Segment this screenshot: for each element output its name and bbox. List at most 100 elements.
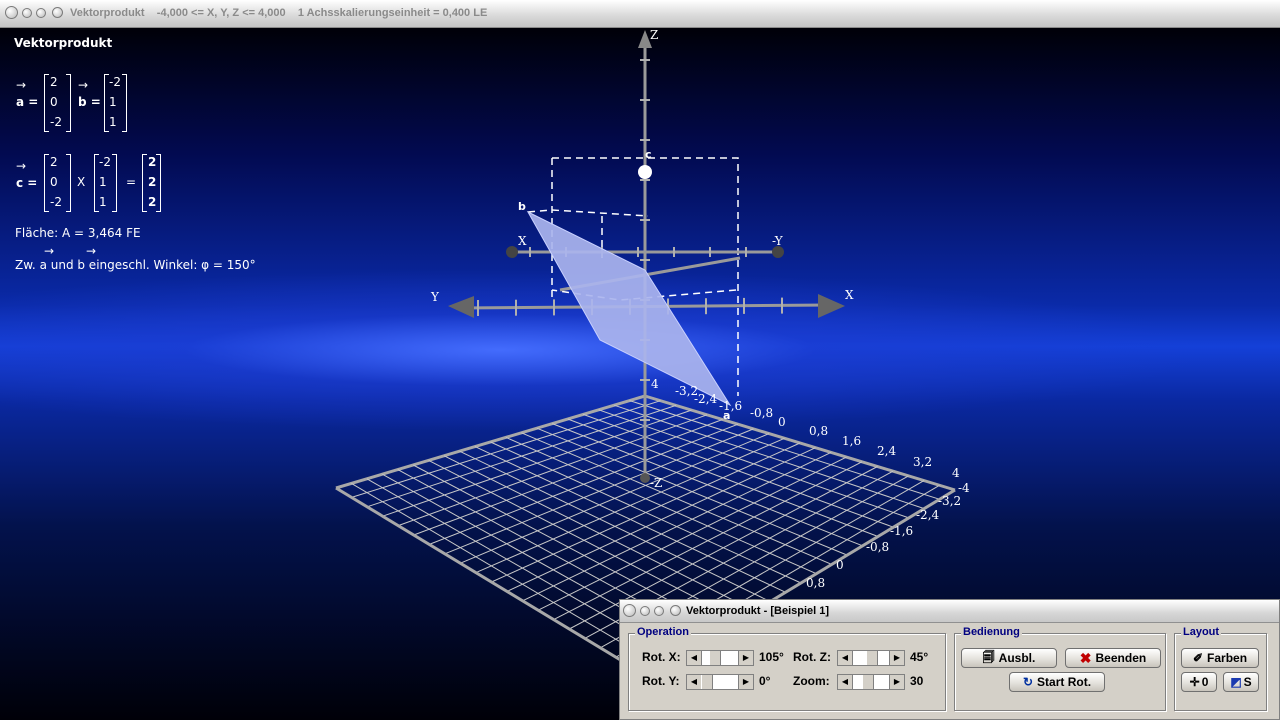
rot-y-label: Rot. Y: (642, 674, 680, 688)
panel-title-bar[interactable]: Vektorprodukt - [Beispiel 1] (620, 600, 1279, 623)
vec-a-label: a = (16, 95, 39, 109)
rot-z-thumb[interactable] (866, 651, 878, 665)
panel-maximize-icon[interactable] (654, 606, 664, 616)
arrow-a2-icon: → (44, 244, 55, 258)
layout-label: Layout (1181, 626, 1222, 638)
vec-c-label: c = (16, 176, 38, 190)
rot-y-value: 0° (759, 674, 771, 688)
neg-y-axis-label: -Y (772, 234, 783, 248)
arrow-b2-icon: → (86, 244, 97, 258)
front-tick-label: 2,4 (877, 444, 897, 458)
rot-z-value: 45° (910, 650, 929, 664)
maximize-icon[interactable] (36, 8, 46, 18)
z-tick-label: 4 (651, 377, 659, 391)
angle-text: Zw. a und b eingeschl. Winkel: φ = 150° (15, 258, 256, 272)
rot-x-right-arrow-icon[interactable]: ▶ (738, 651, 753, 665)
right-tick-label: 0 (836, 558, 844, 572)
right-tick-label: 0,8 (806, 576, 826, 590)
vec-b-x: -2 (109, 75, 121, 89)
save-s-button[interactable]: ◩ S (1223, 672, 1259, 692)
vec-b-label: b = (78, 95, 101, 109)
cross-b-y: 1 (99, 175, 107, 189)
vec-a-y: 0 (50, 95, 58, 109)
cross-b-x: -2 (99, 155, 111, 169)
rot-x-label: Rot. X: (642, 650, 681, 664)
x-axis-label: X (845, 288, 854, 302)
right-tick-label: -4 (958, 481, 970, 495)
zoom-right-arrow-icon[interactable]: ▶ (889, 675, 904, 689)
right-tick-label: -2,4 (916, 508, 940, 522)
rot-z-left-arrow-icon[interactable]: ◀ (838, 651, 853, 665)
bedienung-label: Bedienung (961, 626, 1022, 638)
panel-minimize-icon[interactable] (640, 606, 650, 616)
rot-x-scrollbar[interactable]: ◀ ▶ (686, 650, 754, 666)
zoom-left-arrow-icon[interactable]: ◀ (838, 675, 853, 689)
rot-y-scrollbar[interactable]: ◀ ▶ (686, 674, 754, 690)
window-menu-icon[interactable] (5, 6, 18, 19)
control-panel[interactable]: Vektorprodukt - [Beispiel 1] Operation R… (619, 599, 1280, 720)
point-c-label: c (645, 148, 652, 161)
rot-z-right-arrow-icon[interactable]: ▶ (889, 651, 904, 665)
rot-x-left-arrow-icon[interactable]: ◀ (687, 651, 702, 665)
rot-z-scrollbar[interactable]: ◀ ▶ (837, 650, 905, 666)
arrow-a-icon: → (16, 78, 27, 92)
minimize-icon[interactable] (22, 8, 32, 18)
vec-a-x: 2 (50, 75, 58, 89)
reset-zero-button[interactable]: ✛ 0 (1181, 672, 1217, 692)
arrow-c-icon: → (16, 159, 27, 173)
rotate-icon: ↻ (1022, 675, 1034, 689)
layout-group: Layout ✐ Farben ✛ 0 ◩ S (1174, 626, 1267, 711)
front-tick-label: 3,2 (913, 455, 933, 469)
rot-y-left-arrow-icon[interactable]: ◀ (687, 675, 702, 689)
info-panel: Vektorprodukt → a = 2 0 -2 → b = -2 1 1 … (0, 28, 360, 308)
front-tick-label: 4 (952, 466, 960, 480)
vec-a-z: -2 (50, 115, 62, 129)
right-tick-label: -3,2 (938, 494, 962, 508)
equals-sign: = (126, 175, 137, 189)
zoom-scrollbar[interactable]: ◀ ▶ (837, 674, 905, 690)
front-tick-label: -2,4 (694, 392, 718, 406)
front-tick-label: 0,8 (809, 424, 829, 438)
neg-x-axis-label: X (518, 234, 527, 248)
area-text: Fläche: A = 3,464 FE (15, 226, 141, 240)
operation-label: Operation (635, 626, 691, 638)
info-heading: Vektorprodukt (14, 36, 113, 50)
cross-a-z: -2 (50, 195, 62, 209)
farben-button[interactable]: ✐ Farben (1181, 648, 1259, 668)
right-tick-label: -0,8 (866, 540, 890, 554)
save-icon: ◩ (1230, 675, 1242, 689)
zoom-thumb[interactable] (862, 675, 874, 689)
arrow-b-icon: → (78, 78, 89, 92)
vec-b-z: 1 (109, 115, 117, 129)
crosshair-icon: ✛ (1189, 675, 1200, 689)
point-b-label: b (518, 200, 526, 213)
panel-menu-icon[interactable] (623, 604, 636, 617)
rot-z-label: Rot. Z: (793, 650, 831, 664)
start-rot-button[interactable]: ↻ Start Rot. (1009, 672, 1105, 692)
bedienung-group: Bedienung 🗐 Ausbl. ✖ Beenden ↻ Start Rot. (954, 626, 1166, 711)
front-tick-label: 1,6 (842, 434, 862, 448)
panel-app-icon (670, 605, 681, 616)
zoom-value: 30 (910, 674, 924, 688)
cross-b-z: 1 (99, 195, 107, 209)
rot-y-right-arrow-icon[interactable]: ▶ (738, 675, 753, 689)
cross-sign: X (77, 175, 86, 189)
y-axis-label: Y (431, 290, 439, 304)
vec-b-y: 1 (109, 95, 117, 109)
z-axis-label: Z (650, 28, 659, 42)
window-title: Vektorprodukt -4,000 <= X, Y, Z <= 4,000… (70, 7, 488, 19)
front-tick-label: 0 (778, 415, 786, 429)
hide-icon: 🗐 (982, 649, 995, 664)
paint-icon: ✐ (1192, 651, 1204, 665)
app-icon (52, 7, 63, 18)
rot-x-thumb[interactable] (709, 651, 721, 665)
beenden-button[interactable]: ✖ Beenden (1065, 648, 1161, 668)
front-tick-label: -1,6 (719, 399, 743, 413)
operation-group: Operation Rot. X: ◀ ▶ 105° Rot. Z: ◀ ▶ 4… (628, 626, 946, 711)
main-title-bar[interactable]: Vektorprodukt -4,000 <= X, Y, Z <= 4,000… (0, 0, 1280, 28)
rot-y-thumb[interactable] (701, 675, 713, 689)
ausbl-button[interactable]: 🗐 Ausbl. (961, 648, 1057, 668)
cross-a-x: 2 (50, 155, 58, 169)
cross-a-y: 0 (50, 175, 58, 189)
zoom-label: Zoom: (793, 674, 830, 688)
